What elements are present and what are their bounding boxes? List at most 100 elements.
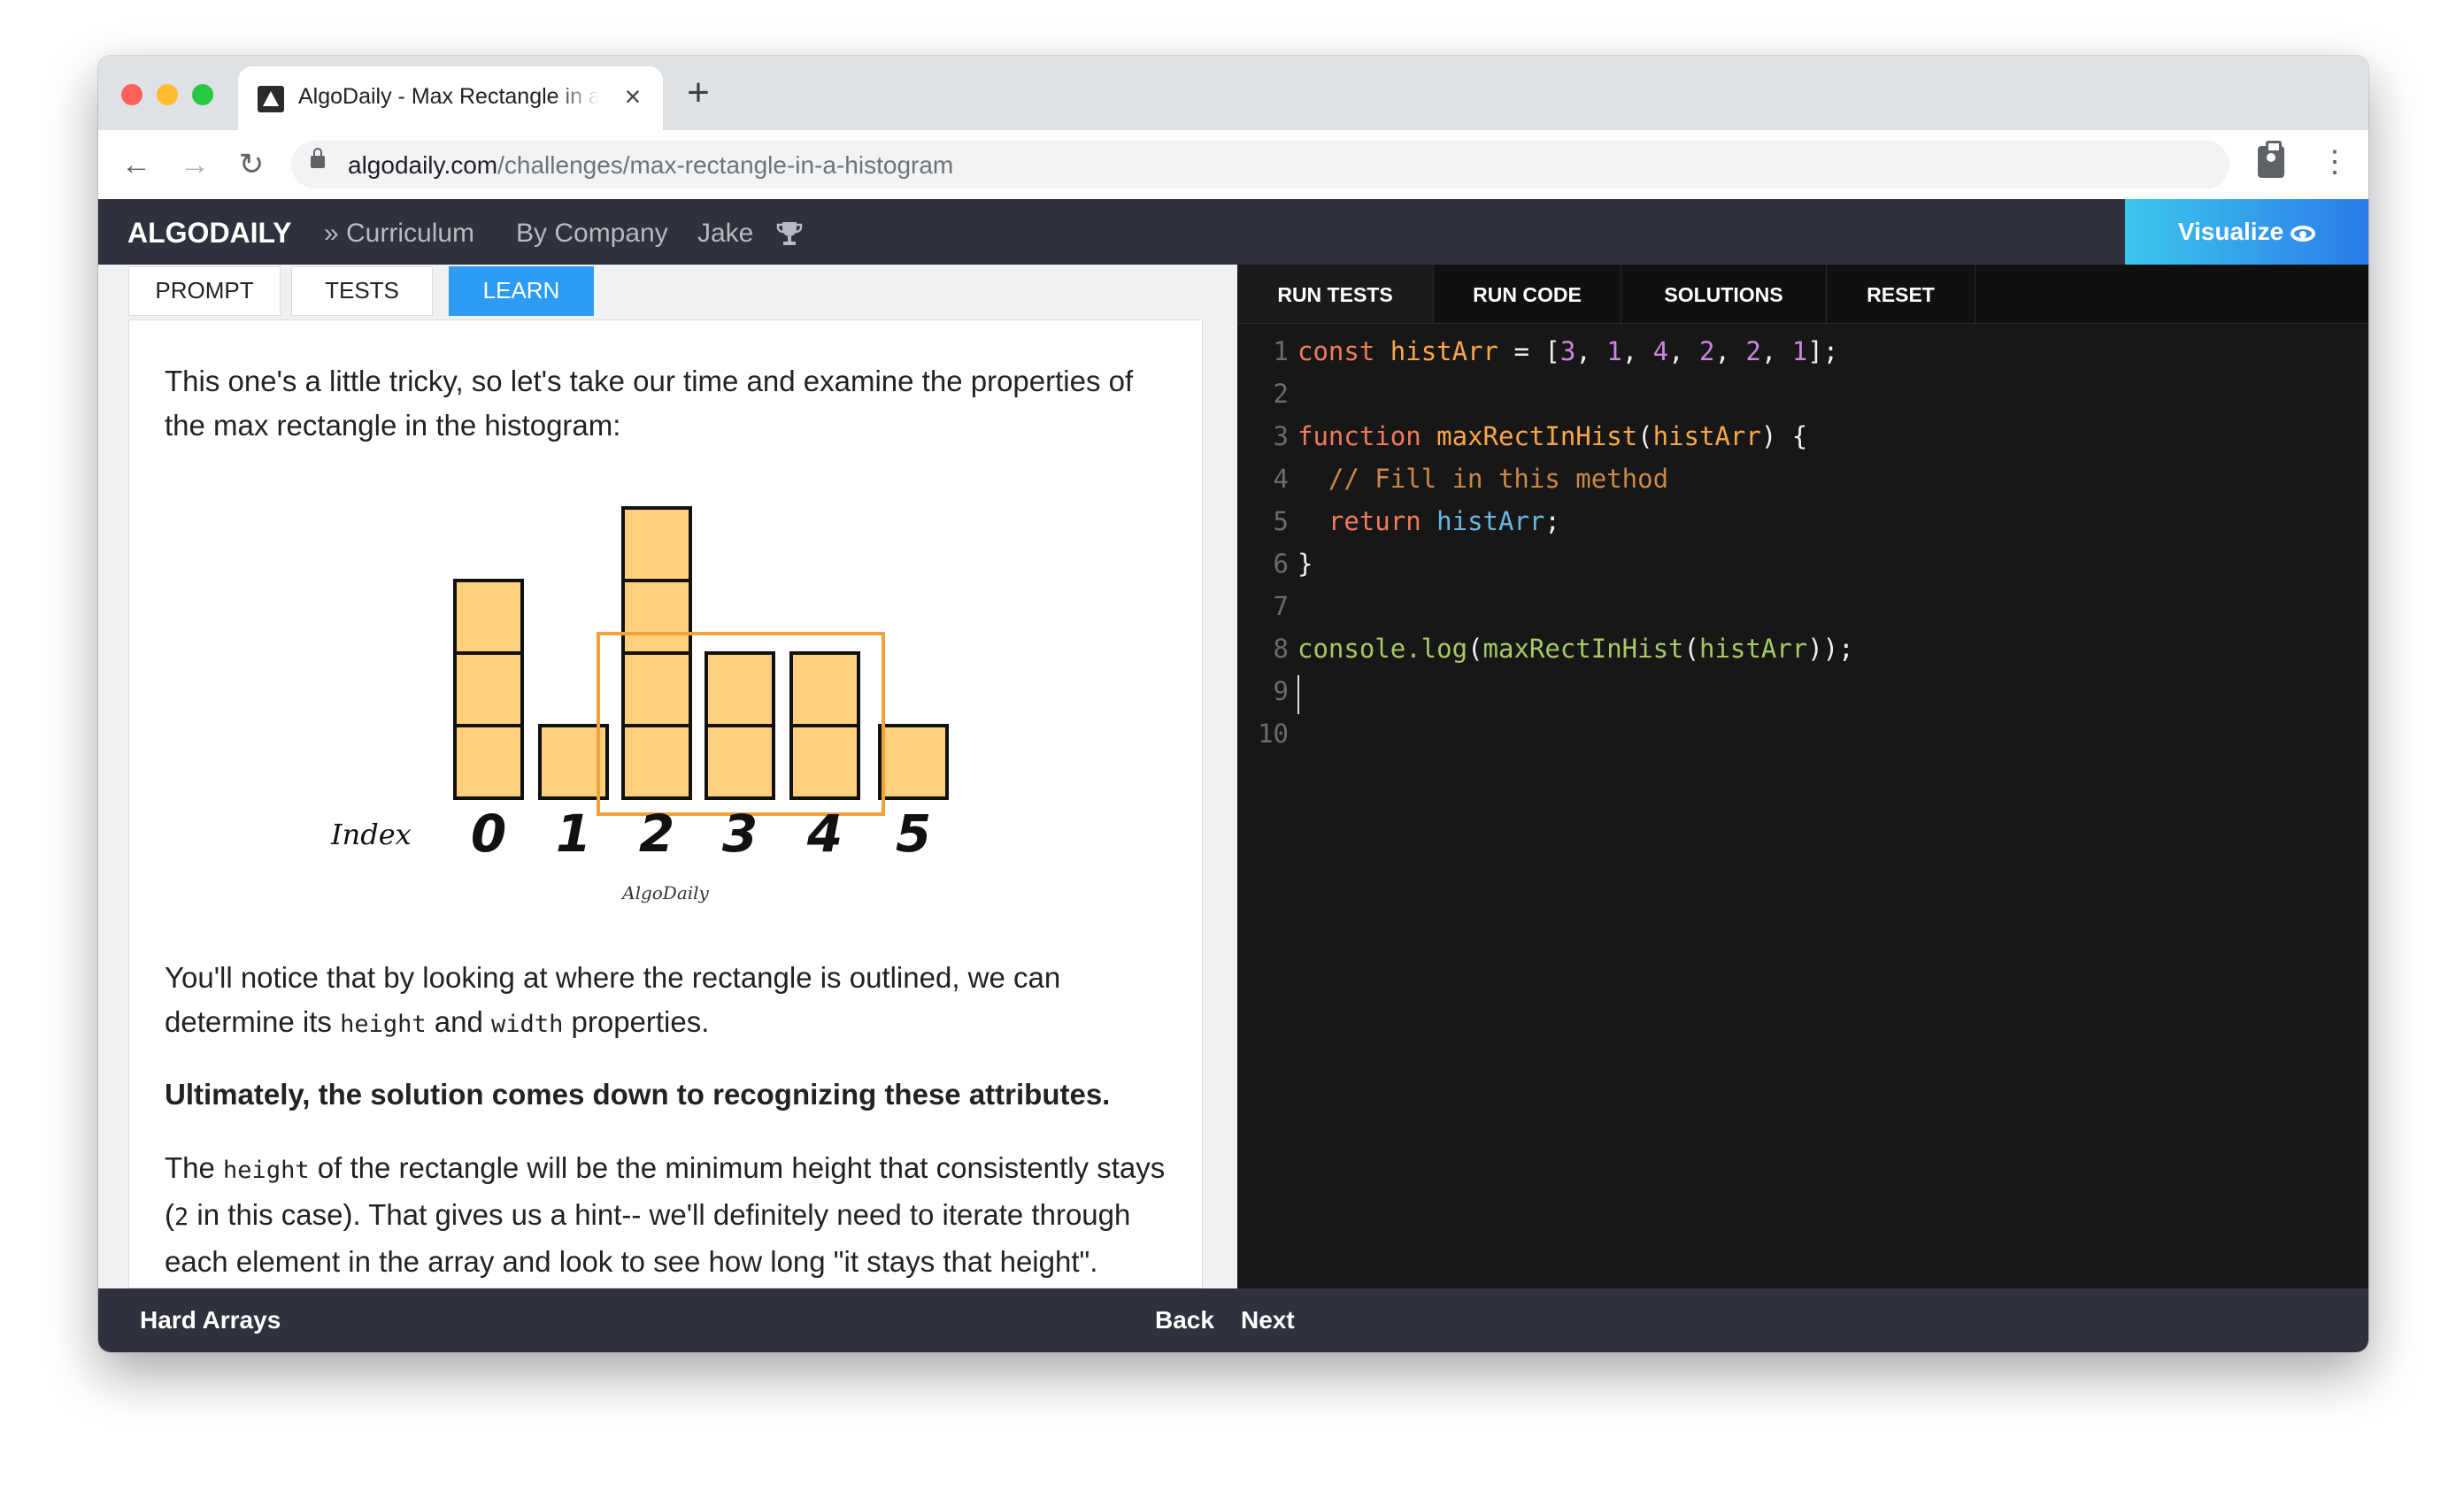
eye-icon: [2291, 225, 2316, 242]
height-paragraph: The height of the rectangle will be the …: [165, 1146, 1174, 1284]
code-line: 8 console.log(maxRectInHist(histArr));: [1237, 627, 2368, 670]
histogram-bar-block: [621, 506, 692, 582]
code-line: 7: [1237, 585, 2368, 627]
lock-icon: [311, 148, 325, 168]
address-bar[interactable]: algodaily.com/challenges/max-rectangle-i…: [291, 141, 2229, 188]
code-editor[interactable]: 1 const histArr = [3, 1, 4, 2, 2, 1]; 2 3…: [1237, 323, 2368, 1288]
tab-close-icon[interactable]: ×: [615, 79, 651, 114]
reset-button[interactable]: RESET: [1827, 265, 1975, 323]
code-line: 2: [1237, 373, 2368, 415]
code-height-2: height: [223, 1157, 310, 1184]
histogram-bar-block: [453, 579, 524, 655]
histogram-bar-block: [453, 724, 524, 800]
line-number: 2: [1273, 379, 1289, 409]
line-number: 1: [1273, 336, 1289, 366]
browser-tab[interactable]: AlgoDaily - Max Rectangle in a Histogram…: [238, 66, 663, 130]
code-two: 2: [174, 1204, 189, 1231]
line-number: 9: [1273, 676, 1289, 706]
index-number: 0: [471, 804, 506, 864]
extension-icon[interactable]: [2258, 141, 2284, 178]
tab-tests[interactable]: TESTS: [291, 266, 433, 316]
line-number: 3: [1273, 421, 1289, 451]
visualize-button[interactable]: Visualize: [2125, 199, 2368, 265]
menu-icon[interactable]: ⋮: [2320, 146, 2350, 181]
url-domain: algodaily.com: [348, 151, 498, 179]
text-cursor: [1297, 675, 1299, 714]
code-line: 10: [1237, 712, 2368, 755]
line-number: 7: [1273, 591, 1289, 621]
site-header: ALGODAILY » Curriculum By Company Jake V…: [98, 199, 2368, 265]
new-tab-icon[interactable]: +: [679, 73, 718, 114]
run-code-button[interactable]: RUN CODE: [1434, 265, 1621, 323]
notice-text-b: and: [426, 1005, 492, 1038]
solution-heading: Ultimately, the solution comes down to r…: [165, 1078, 1111, 1111]
index-number: 3: [722, 804, 758, 864]
line-number: 6: [1273, 549, 1289, 579]
notice-paragraph: You'll notice that by looking at where t…: [165, 956, 1174, 1047]
height-text-c: in this case). That gives us a hint-- we…: [165, 1198, 1131, 1278]
close-window-button[interactable]: [121, 84, 142, 105]
tab-strip: AlgoDaily - Max Rectangle in a Histogram…: [98, 56, 2368, 130]
url-path: /challenges/max-rectangle-in-a-histogram: [497, 151, 954, 179]
intro-paragraph: This one's a little tricky, so let's tak…: [165, 365, 1134, 442]
histogram-bar-block: [621, 651, 692, 727]
tab-prompt[interactable]: PROMPT: [128, 266, 281, 316]
nav-by-company[interactable]: By Company: [516, 219, 668, 249]
run-tests-button[interactable]: RUN TESTS: [1237, 265, 1434, 323]
browser-window: AlgoDaily - Max Rectangle in a Histogram…: [98, 56, 2368, 1352]
histogram-bar-block: [621, 724, 692, 800]
trophy-icon[interactable]: [776, 220, 803, 247]
visualize-label: Visualize: [2177, 218, 2284, 245]
index-number: 4: [806, 804, 843, 864]
next-button[interactable]: Next: [1241, 1306, 1295, 1334]
url-text: algodaily.com/challenges/max-rectangle-i…: [348, 151, 953, 180]
index-number: 2: [639, 804, 674, 864]
code-line: 5 return histArr;: [1237, 500, 2368, 542]
nav-curriculum[interactable]: » Curriculum: [324, 219, 474, 249]
editor-toolbar: RUN TESTS RUN CODE SOLUTIONS RESET: [1237, 265, 2368, 324]
category-label: Hard Arrays: [140, 1306, 281, 1334]
histogram-bar-block: [789, 724, 860, 800]
index-label: Index: [330, 818, 412, 851]
solutions-button[interactable]: SOLUTIONS: [1621, 265, 1827, 323]
algodaily-favicon-icon: [258, 86, 284, 112]
code-line: 4 // Fill in this method: [1237, 458, 2368, 500]
footer-bar: Hard Arrays Back Next: [98, 1288, 2368, 1352]
code-line: 9: [1237, 670, 2368, 712]
learn-pane: PROMPT TESTS LEARN This one's a little t…: [98, 265, 1237, 1288]
height-text-a: The: [165, 1151, 224, 1184]
code-editor-pane: RUN TESTS RUN CODE SOLUTIONS RESET 1 cons…: [1237, 265, 2368, 1288]
line-number: 10: [1258, 719, 1289, 749]
histogram-diagram: Index 0 1 2 3 4 5 AlgoDaily: [330, 506, 949, 904]
index-number: 5: [896, 804, 931, 864]
lesson-content: This one's a little tricky, so let's tak…: [128, 319, 1203, 1288]
back-arrow-icon[interactable]: ←: [118, 146, 155, 183]
code-width: width: [491, 1011, 564, 1038]
code-line: 1 const histArr = [3, 1, 4, 2, 2, 1];: [1237, 330, 2368, 373]
nav-user-jake[interactable]: Jake: [697, 219, 753, 249]
maximize-window-button[interactable]: [192, 84, 213, 105]
index-number: 1: [556, 804, 591, 864]
histogram-bar-block: [453, 651, 524, 727]
tab-learn[interactable]: LEARN: [449, 266, 594, 316]
histogram-bar-block: [789, 651, 860, 727]
minimize-window-button[interactable]: [157, 84, 178, 105]
histogram-bar-block: [705, 651, 775, 727]
line-number: 5: [1273, 506, 1289, 536]
code-height: height: [340, 1011, 427, 1038]
browser-toolbar: ← → ↻ algodaily.com/challenges/max-recta…: [98, 130, 2368, 200]
back-button[interactable]: Back: [1155, 1306, 1214, 1334]
code-line: 6}: [1237, 542, 2368, 585]
notice-text-c: properties.: [563, 1005, 710, 1038]
histogram-bar-block: [705, 724, 775, 800]
line-number: 8: [1273, 634, 1289, 664]
algodaily-watermark: AlgoDaily: [620, 882, 709, 904]
forward-arrow-icon[interactable]: →: [176, 146, 213, 183]
tab-title: AlgoDaily - Max Rectangle in a Histogram: [298, 84, 599, 109]
line-number: 4: [1273, 464, 1289, 494]
histogram-bar-block: [878, 724, 949, 800]
code-line: 3 function maxRectInHist(histArr) {: [1237, 415, 2368, 458]
site-logo[interactable]: ALGODAILY: [127, 217, 292, 250]
histogram-bar-block: [621, 579, 692, 655]
reload-icon[interactable]: ↻: [233, 146, 270, 183]
